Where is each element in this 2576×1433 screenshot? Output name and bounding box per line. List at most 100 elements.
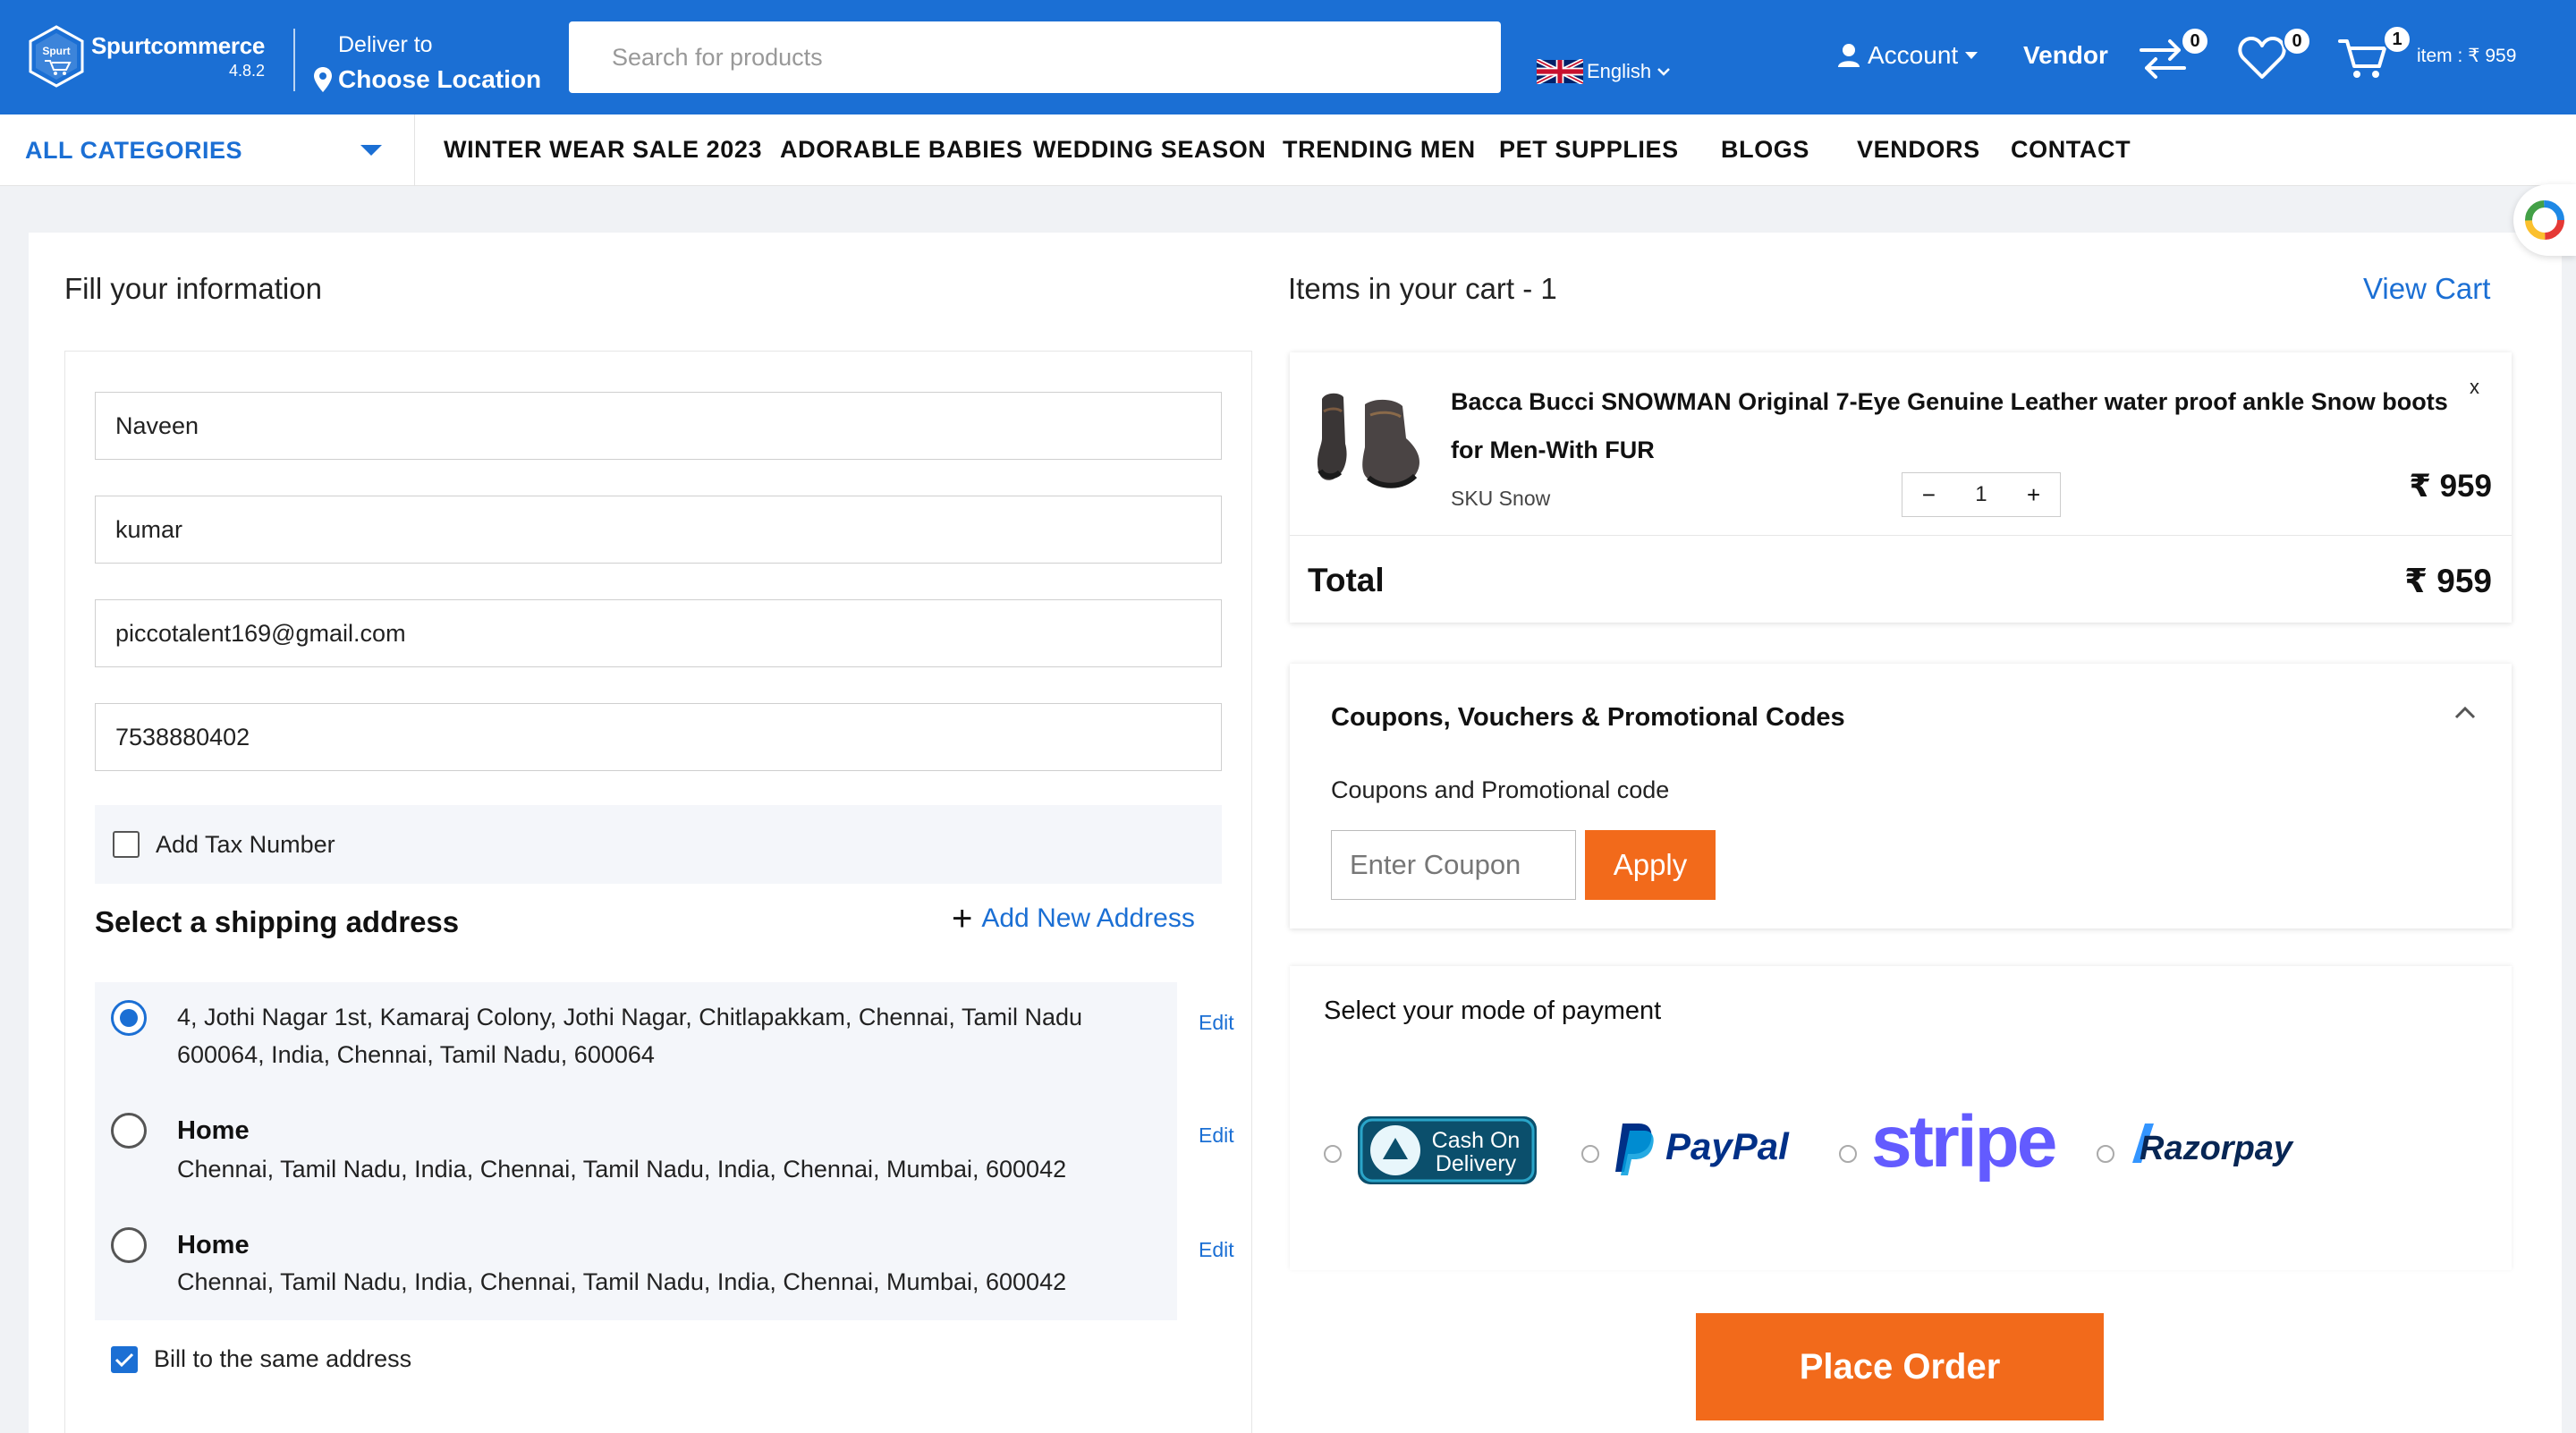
product-image[interactable] (1313, 385, 1429, 501)
last-name-field[interactable] (95, 496, 1222, 564)
tax-number-checkbox[interactable] (113, 831, 140, 858)
payment-title: Select your mode of payment (1324, 996, 1662, 1025)
all-categories-dropdown[interactable]: ALL CATEGORIES (0, 114, 415, 186)
chevron-up-icon[interactable] (2454, 705, 2476, 719)
first-name-field[interactable] (95, 392, 1222, 460)
apply-coupon-button[interactable]: Apply (1585, 830, 1716, 900)
coupon-title: Coupons, Vouchers & Promotional Codes (1331, 703, 1845, 732)
remove-item-button[interactable]: x (2470, 376, 2479, 399)
cart-title: Items in your cart - 1 (1288, 272, 1557, 305)
heart-icon[interactable] (2238, 36, 2286, 81)
quantity-value[interactable]: 1 (1963, 482, 1999, 507)
account-menu[interactable]: Account (1837, 41, 1985, 70)
divider (1290, 535, 2512, 536)
caret-down-icon (1965, 52, 1979, 59)
coupon-subtitle: Coupons and Promotional code (1331, 776, 1670, 803)
phone-field[interactable] (95, 703, 1222, 771)
search-input[interactable] (569, 21, 1501, 93)
cart-count-badge: 1 (2383, 25, 2411, 54)
header-divider (293, 29, 295, 91)
cart-summary[interactable]: item : ₹ 959 (2417, 45, 2516, 67)
cash-on-delivery-logo[interactable]: Cash On Delivery (1356, 1109, 1538, 1191)
checkmark-icon (114, 1352, 134, 1367)
bill-same-address-checkbox[interactable] (111, 1345, 138, 1373)
product-price: ₹ 959 (2409, 469, 2492, 504)
address-radio[interactable] (111, 1113, 147, 1149)
cart-icon[interactable] (2338, 36, 2388, 81)
nav-item-wedding-season[interactable]: WEDDING SEASON (1033, 136, 1266, 164)
logo-name: Spurtcommerce (91, 32, 266, 59)
theme-color-button[interactable] (2513, 184, 2576, 256)
plus-icon: + (952, 899, 973, 938)
site-logo[interactable]: Spurt Spurtcommerce 4.8.2 (27, 23, 265, 89)
uk-flag-icon (1537, 59, 1583, 84)
product-name[interactable]: Bacca Bucci SNOWMAN Original 7-Eye Genui… (1451, 377, 2470, 474)
payment-radio-razorpay[interactable] (2097, 1145, 2114, 1163)
address-name: Home (177, 1231, 250, 1259)
user-icon (1838, 44, 1860, 67)
address-edit-link[interactable]: Edit (1199, 1238, 1234, 1262)
product-sku: SKU Snow (1451, 487, 1551, 510)
total-label: Total (1308, 562, 1385, 598)
logo-version: 4.8.2 (229, 62, 266, 80)
svg-text:stripe: stripe (1871, 1101, 2055, 1183)
address-list: 4, Jothi Nagar 1st, Kamaraj Colony, Joth… (95, 982, 1234, 1320)
view-cart-link[interactable]: View Cart (2363, 272, 2490, 306)
language-label: English (1587, 60, 1652, 82)
form-title: Fill your information (64, 272, 322, 305)
bill-same-address-row[interactable]: Bill to the same address (111, 1345, 411, 1373)
svg-text:Cash On: Cash On (1432, 1128, 1521, 1153)
quantity-stepper: − 1 + (1902, 472, 2061, 517)
cart-summary-card: Bacca Bucci SNOWMAN Original 7-Eye Genui… (1290, 352, 2512, 623)
quantity-increase-button[interactable]: + (2016, 481, 2052, 509)
deliver-label: Deliver to (338, 32, 433, 57)
coupon-input[interactable] (1331, 830, 1576, 900)
email-field[interactable] (95, 599, 1222, 667)
paypal-logo[interactable]: PayPal (1614, 1116, 1792, 1179)
logo-badge-icon: Spurt (29, 25, 84, 88)
chevron-down-icon (1657, 68, 1671, 76)
address-edit-link[interactable]: Edit (1199, 1011, 1234, 1035)
nav-item-winter-wear[interactable]: WINTER WEAR SALE 2023 (444, 136, 762, 164)
razorpay-logo[interactable]: Razorpay (2127, 1118, 2317, 1172)
address-radio-selected[interactable] (111, 1000, 147, 1036)
nav-item-adorable-babies[interactable]: ADORABLE BABIES (780, 136, 1023, 164)
nav-item-blogs[interactable]: BLOGS (1721, 136, 1809, 164)
address-line2: 600064, India, Chennai, Tamil Nadu, 6000… (177, 1041, 655, 1068)
nav-item-contact[interactable]: CONTACT (2011, 136, 2131, 164)
location-pin-icon (314, 67, 332, 92)
quantity-decrease-button[interactable]: − (1911, 481, 1946, 509)
category-nav: ALL CATEGORIES WINTER WEAR SALE 2023 ADO… (0, 114, 2576, 186)
language-selector[interactable]: English (1537, 59, 1671, 84)
address-option[interactable]: 4, Jothi Nagar 1st, Kamaraj Colony, Joth… (111, 1000, 1234, 1098)
place-order-button[interactable]: Place Order (1696, 1313, 2104, 1420)
svg-text:Razorpay: Razorpay (2140, 1130, 2294, 1167)
add-new-address-label: Add New Address (981, 903, 1195, 933)
stripe-logo[interactable]: stripe (1868, 1098, 2064, 1188)
address-name: Home (177, 1116, 250, 1145)
payment-method-card: Select your mode of payment Cash On Deli… (1290, 966, 2512, 1270)
address-option[interactable]: Home Chennai, Tamil Nadu, India, Chennai… (111, 1113, 1234, 1202)
address-option[interactable]: Home Chennai, Tamil Nadu, India, Chennai… (111, 1227, 1234, 1317)
deliver-location-text: Choose Location (338, 65, 542, 93)
vendor-link[interactable]: Vendor (2023, 41, 2108, 70)
nav-item-vendors[interactable]: VENDORS (1857, 136, 1980, 164)
add-new-address-button[interactable]: + Add New Address (952, 899, 1195, 938)
account-label: Account (1868, 41, 1959, 69)
address-radio[interactable] (111, 1227, 147, 1263)
payment-radio-cod[interactable] (1324, 1145, 1342, 1163)
svg-text:Spurt: Spurt (42, 45, 70, 57)
nav-item-pet-supplies[interactable]: PET SUPPLIES (1499, 136, 1679, 164)
coupon-card: Coupons, Vouchers & Promotional Codes Co… (1290, 664, 2512, 928)
add-tax-number-row[interactable]: Add Tax Number (95, 805, 1222, 884)
color-wheel-icon (2525, 200, 2564, 240)
compare-count-badge: 0 (2181, 27, 2209, 55)
address-line1: Chennai, Tamil Nadu, India, Chennai, Tam… (177, 1156, 1067, 1183)
svg-text:PayPal: PayPal (1665, 1125, 1790, 1167)
payment-radio-stripe[interactable] (1839, 1145, 1857, 1163)
nav-item-trending-men[interactable]: TRENDING MEN (1283, 136, 1476, 164)
top-header: Spurt Spurtcommerce 4.8.2 Deliver to Cho… (0, 0, 2576, 114)
deliver-location-selector[interactable]: Deliver to Choose Location (313, 32, 541, 94)
payment-radio-paypal[interactable] (1581, 1145, 1599, 1163)
address-edit-link[interactable]: Edit (1199, 1124, 1234, 1148)
